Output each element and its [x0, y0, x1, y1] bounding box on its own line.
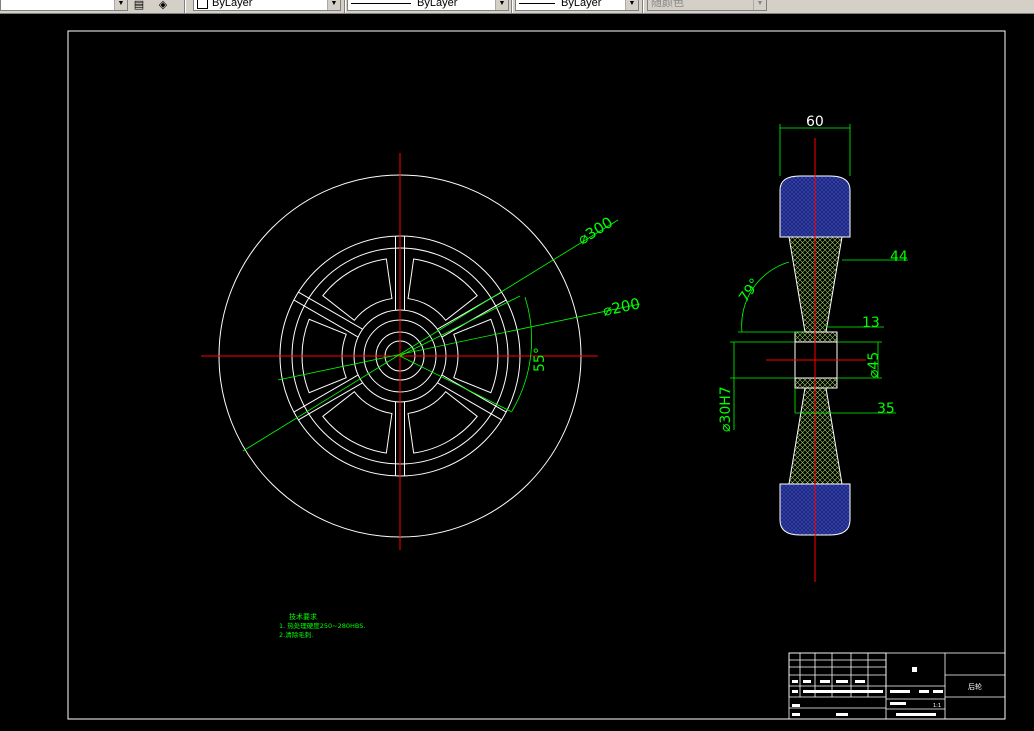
d200-leader [277, 303, 641, 381]
tb-bar [792, 690, 798, 693]
dim-d300: ⌀300 [575, 213, 616, 248]
tb-bar [836, 713, 848, 716]
dim-60: 60 [806, 114, 824, 130]
color-swatch [197, 0, 208, 9]
tb-bar [896, 713, 936, 716]
spoke-edge [293, 299, 359, 338]
tb-bar [792, 680, 798, 683]
linetype-combo-value: ByLayer [417, 0, 458, 9]
notes-line-1: 1. 热处理硬度250~280HBS. [279, 621, 365, 630]
color-combo[interactable]: ByLayer ▼ [193, 0, 341, 11]
tb-bar [919, 690, 929, 693]
dim-angle-55: 55° [532, 347, 548, 372]
dim-d200: ⌀200 [601, 294, 642, 319]
plotstyle-combo-value: 随颜色 [651, 0, 684, 9]
lineweight-preview [519, 2, 555, 4]
lineweight-combo[interactable]: ByLayer ▼ [515, 0, 639, 11]
chevron-down-icon: ▼ [753, 0, 766, 10]
tb-bar [803, 690, 883, 693]
angle-ext-2 [399, 355, 513, 413]
dim-44: 44 [890, 249, 908, 265]
chevron-down-icon: ▼ [327, 0, 340, 10]
chevron-down-icon: ▼ [625, 0, 638, 10]
tb-mark [912, 667, 917, 672]
tb-bar [855, 680, 865, 683]
toolbar-separator [184, 0, 186, 13]
linetype-preview [351, 2, 411, 4]
drawing-frame [67, 30, 1006, 720]
tb-bar [792, 704, 800, 707]
tb-bar [820, 680, 830, 683]
plotstyle-combo[interactable]: 随颜色 ▼ [647, 0, 767, 11]
hub-top [794, 331, 838, 343]
tb-bar [836, 680, 848, 683]
toolbar-separator [344, 0, 346, 13]
layer-combo[interactable]: ▼ [0, 0, 128, 11]
dim-bore: ⌀30H7 [718, 386, 734, 432]
title-block-grid [788, 652, 887, 720]
spoke-window [407, 258, 478, 321]
color-combo-value: ByLayer [212, 0, 253, 9]
properties-toolbar: ▼ ▤ ◈ ByLayer ▼ ByLayer ▼ ByLayer ▼ 随颜色 … [0, 0, 1034, 14]
spoke-window [407, 391, 478, 454]
tb-bar [890, 690, 910, 693]
spoke-edge [293, 374, 359, 413]
drawing-canvas[interactable]: ⌀300 ⌀200 55° 60 44 79° 13 ⌀45 ⌀30H7 35 … [0, 14, 1034, 731]
angle-ext-1 [399, 295, 521, 357]
toolbar-separator [511, 0, 513, 13]
lineweight-combo-value: ByLayer [561, 0, 602, 9]
dim-13: 13 [862, 315, 880, 331]
tb-bar [803, 680, 811, 683]
tb-bar [792, 713, 800, 716]
chevron-down-icon: ▼ [495, 0, 508, 10]
spoke-window [322, 258, 393, 321]
notes-line-2: 2.清除毛刺. [279, 630, 313, 639]
spoke-edge [441, 299, 507, 338]
d300-leader [242, 219, 619, 452]
tb-bar [890, 702, 906, 705]
hub-bottom [794, 377, 838, 389]
layer-match-icon[interactable]: ▤ [131, 0, 147, 12]
spoke-window [322, 391, 393, 454]
layer-previous-icon[interactable]: ◈ [155, 0, 171, 12]
linetype-combo[interactable]: ByLayer ▼ [347, 0, 509, 11]
toolbar-separator [642, 0, 644, 13]
chevron-down-icon: ▼ [114, 0, 127, 10]
front-dimensions [242, 219, 641, 452]
spoke-edge [441, 374, 507, 413]
dim-35: 35 [877, 401, 895, 417]
notes-title: 技术要求 [289, 612, 317, 621]
angle55-arc [511, 296, 532, 412]
tb-bar [933, 690, 943, 693]
tb-part-name: 后轮 [968, 682, 982, 691]
tb-scale: 1:1 [933, 703, 941, 709]
dim-d45: ⌀45 [866, 352, 882, 378]
